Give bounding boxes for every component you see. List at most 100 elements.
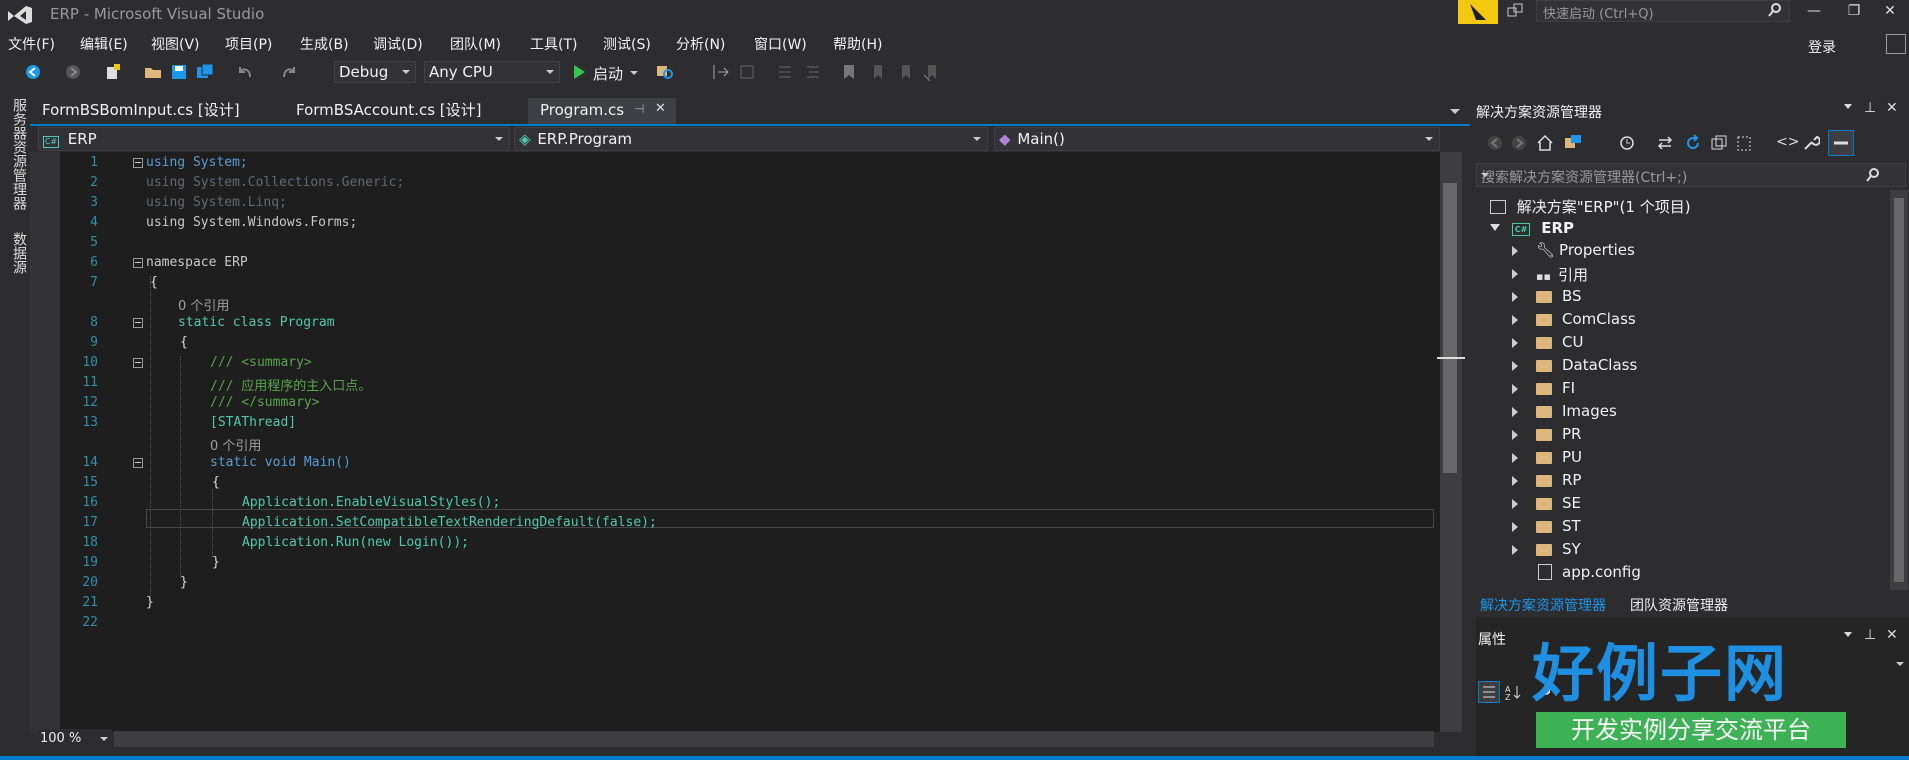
step-out-icon[interactable] xyxy=(738,63,756,81)
pending-changes-filter-icon[interactable] xyxy=(1618,134,1636,156)
show-all-files-icon[interactable] xyxy=(1736,134,1754,156)
collapse-icon[interactable] xyxy=(133,458,143,468)
alphabetical-view-icon[interactable]: AZ xyxy=(1504,683,1524,705)
tree-item-references[interactable]: ▪▪ 引用 xyxy=(1536,264,1588,285)
preview-selected-items-icon[interactable] xyxy=(1828,130,1854,156)
tree-item-folder[interactable]: RP xyxy=(1562,471,1581,489)
close-button[interactable]: ✕ xyxy=(1870,0,1909,24)
tree-item-folder[interactable]: DataClass xyxy=(1562,356,1637,374)
forward-icon[interactable] xyxy=(64,63,82,81)
tab-solution-explorer[interactable]: 解决方案资源管理器 xyxy=(1480,595,1606,615)
tab-formbsbominput[interactable]: FormBSBomInput.cs [设计] xyxy=(30,98,286,124)
auto-hide-pin-icon[interactable]: ⊥ xyxy=(1864,100,1876,116)
tree-item-folder[interactable]: Images xyxy=(1562,402,1617,420)
save-icon[interactable] xyxy=(170,63,188,81)
tree-project-node[interactable]: C# ERP xyxy=(1512,219,1574,237)
restore-button[interactable]: ❐ xyxy=(1834,0,1874,24)
login-link[interactable]: 登录 xyxy=(1808,37,1836,57)
collapse-all-icon[interactable] xyxy=(1710,134,1728,156)
categorized-view-icon[interactable] xyxy=(1478,681,1500,703)
solution-explorer-search-input[interactable]: 搜索解决方案资源管理器(Ctrl+;) xyxy=(1476,163,1906,187)
collapsed-chevron-icon[interactable] xyxy=(1512,522,1518,532)
server-explorer-tab[interactable]: 服务器资源管理器 xyxy=(9,98,29,210)
configuration-select[interactable]: Debug xyxy=(334,61,416,83)
collapsed-chevron-icon[interactable] xyxy=(1512,545,1518,555)
tree-item-folder[interactable]: SY xyxy=(1562,540,1581,558)
menu-team[interactable]: 团队(M) xyxy=(450,34,501,54)
editor-scroll-thumb[interactable] xyxy=(1443,183,1457,473)
sync-with-document-icon[interactable] xyxy=(1656,134,1674,156)
collapse-icon[interactable] xyxy=(133,358,143,368)
window-position-icon[interactable] xyxy=(1844,104,1852,109)
data-sources-tab[interactable]: 数据源 xyxy=(9,232,29,274)
menu-project[interactable]: 项目(P) xyxy=(225,34,272,54)
collapsed-chevron-icon[interactable] xyxy=(1512,361,1518,371)
tree-item-folder[interactable]: BS xyxy=(1562,287,1582,305)
clear-bookmarks-icon[interactable] xyxy=(922,63,940,82)
tree-item-folder[interactable]: CU xyxy=(1562,333,1583,351)
collapsed-chevron-icon[interactable] xyxy=(1512,315,1518,325)
close-tab-icon[interactable]: ✕ xyxy=(655,101,666,116)
menu-analyze[interactable]: 分析(N) xyxy=(676,34,725,54)
menu-debug[interactable]: 调试(D) xyxy=(373,34,423,54)
se-forward-icon[interactable] xyxy=(1510,134,1528,156)
collapsed-chevron-icon[interactable] xyxy=(1512,269,1518,279)
reference-count-lens[interactable]: 0 个引用 xyxy=(178,295,229,314)
project-nav-select[interactable]: C# ERP xyxy=(38,127,510,151)
tree-item-properties[interactable]: 🔧︎ Properties xyxy=(1536,241,1635,259)
new-project-icon[interactable] xyxy=(104,63,122,81)
minimize-button[interactable]: — xyxy=(1794,0,1834,24)
tree-solution-node[interactable]: 解决方案"ERP"(1 个项目) xyxy=(1490,196,1691,217)
collapsed-chevron-icon[interactable] xyxy=(1512,338,1518,348)
comment-out-icon[interactable] xyxy=(776,63,794,81)
start-label[interactable]: 启动 xyxy=(593,63,623,84)
tree-item-folder[interactable]: FI xyxy=(1562,379,1575,397)
menu-test[interactable]: 测试(S) xyxy=(603,34,651,54)
class-nav-select[interactable]: ◈ ERP.Program xyxy=(514,127,988,151)
home-icon[interactable] xyxy=(1536,134,1554,156)
open-file-icon[interactable] xyxy=(144,63,162,81)
collapse-icon[interactable] xyxy=(133,258,143,268)
collapsed-chevron-icon[interactable] xyxy=(1512,292,1518,302)
close-panel-icon[interactable]: ✕ xyxy=(1886,100,1898,116)
undo-icon[interactable] xyxy=(236,63,254,81)
redo-icon[interactable] xyxy=(280,63,298,81)
menu-help[interactable]: 帮助(H) xyxy=(833,34,882,54)
tree-item-folder[interactable]: SE xyxy=(1562,494,1581,512)
refresh-icon[interactable] xyxy=(1684,134,1702,156)
menu-window[interactable]: 窗口(W) xyxy=(754,34,807,54)
switch-views-icon[interactable] xyxy=(1564,134,1582,156)
bookmark-icon[interactable] xyxy=(840,63,858,81)
solution-explorer-scroll-thumb[interactable] xyxy=(1894,198,1904,582)
save-all-icon[interactable] xyxy=(196,63,214,81)
next-bookmark-icon[interactable] xyxy=(896,63,914,81)
view-code-icon[interactable]: <> xyxy=(1776,134,1799,150)
menu-tools[interactable]: 工具(T) xyxy=(530,34,577,54)
tree-item-folder[interactable]: PR xyxy=(1562,425,1581,443)
tab-overflow-icon[interactable] xyxy=(1450,109,1460,114)
tree-item-app-config[interactable]: app.config xyxy=(1562,563,1641,581)
collapse-icon[interactable] xyxy=(133,158,143,168)
uncomment-icon[interactable] xyxy=(804,63,822,81)
se-back-icon[interactable] xyxy=(1486,134,1504,156)
reference-count-lens[interactable]: 0 个引用 xyxy=(210,435,261,454)
pin-tab-icon[interactable]: ⊣ xyxy=(634,102,644,116)
properties-wrench-icon[interactable] xyxy=(1802,134,1821,156)
prev-bookmark-icon[interactable] xyxy=(868,63,886,81)
start-debug-button[interactable] xyxy=(572,64,586,84)
collapsed-chevron-icon[interactable] xyxy=(1512,384,1518,394)
quick-launch-input[interactable]: 快速启动 (Ctrl+Q) xyxy=(1536,0,1790,22)
step-over-icon[interactable] xyxy=(712,63,730,81)
find-in-files-icon[interactable] xyxy=(656,63,674,81)
expanded-chevron-icon[interactable] xyxy=(1490,224,1500,231)
collapsed-chevron-icon[interactable] xyxy=(1512,453,1518,463)
menu-file[interactable]: 文件(F) xyxy=(8,34,55,54)
member-nav-select[interactable]: ◆ Main() xyxy=(994,127,1440,151)
tab-formbsaccount[interactable]: FormBSAccount.cs [设计] xyxy=(284,98,534,124)
menu-edit[interactable]: 编辑(E) xyxy=(80,34,128,54)
tree-item-folder[interactable]: ComClass xyxy=(1562,310,1636,328)
properties-position-icon[interactable] xyxy=(1844,632,1852,637)
object-select-dropdown-icon[interactable] xyxy=(1896,662,1904,666)
tree-item-folder[interactable]: PU xyxy=(1562,448,1582,466)
collapsed-chevron-icon[interactable] xyxy=(1512,430,1518,440)
